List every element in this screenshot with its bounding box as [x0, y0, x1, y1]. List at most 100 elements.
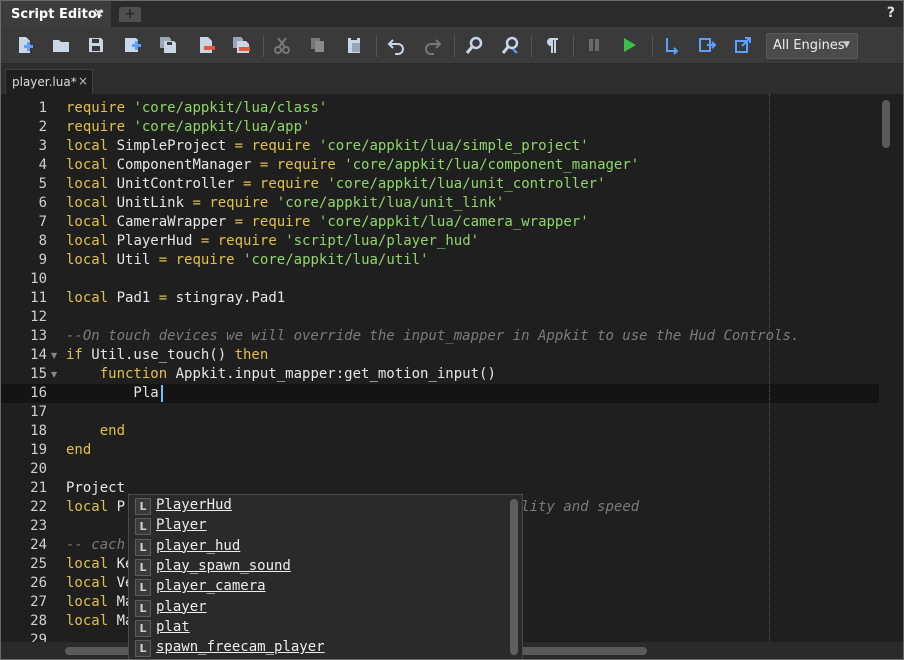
help-icon[interactable]: ? — [887, 5, 895, 21]
text-token: Pad1 — [108, 290, 159, 306]
string-token: 'core/appkit/lua/unit_controller' — [327, 176, 606, 192]
pause-icon[interactable] — [583, 34, 605, 56]
autocomplete-popup[interactable]: L PlayerHud L Player Lplayer_hud Lplay_spawn_… — [128, 494, 523, 659]
keyword-token: require — [175, 252, 235, 268]
open-folder-icon[interactable] — [50, 34, 72, 56]
code-line: local UnitLink = require 'core/appkit/lu… — [66, 194, 504, 213]
fold-toggle-icon[interactable]: ▼ — [51, 370, 57, 379]
close-all-icon[interactable] — [230, 34, 252, 56]
line-number-gutter: 1 2 3 4 5 6 7 8 9 10 11 12 13 14 ▼ 15 ▼ 16 17 18 19 20 21 22 23 2… — [1, 94, 57, 648]
autocomplete-item-label: spawn_freecam_player — [156, 639, 325, 656]
engine-select-value: All Engines — [773, 38, 845, 53]
code-line: --On touch devices we will override the … — [66, 327, 799, 346]
step-out-icon[interactable] — [732, 34, 754, 56]
string-token: 'core/appkit/lua/unit_link' — [276, 195, 505, 211]
save-as-icon[interactable] — [121, 34, 143, 56]
close-window-tab-icon[interactable]: × — [93, 6, 104, 21]
code-line: end — [66, 422, 125, 441]
paste-icon[interactable] — [343, 34, 365, 56]
line-number: 21 — [30, 480, 47, 496]
copy-icon[interactable] — [307, 34, 329, 56]
code-line: end — [66, 441, 91, 460]
keyword-token: = — [234, 138, 244, 154]
line-number: 14 — [30, 347, 47, 363]
autocomplete-item[interactable]: Lplayer — [129, 598, 509, 618]
autocomplete-item-label: Player — [156, 517, 207, 534]
keyword-token: require — [259, 176, 319, 192]
line-number: 9 — [38, 252, 47, 268]
autocomplete-scrollbar[interactable] — [510, 499, 518, 655]
toolbar-separator — [454, 35, 455, 57]
keyword-token: local — [66, 176, 109, 192]
keyword-token: function — [99, 366, 168, 382]
autocomplete-item[interactable]: Lplayer_camera — [129, 577, 509, 597]
line-number: 28 — [30, 613, 47, 629]
text-token: PlayerHud — [108, 233, 201, 249]
keyword-token: = — [158, 290, 168, 306]
autocomplete-item[interactable]: Lplat — [129, 618, 509, 638]
script-editor-window: Script Editor × + ? All Engines ▼ player… — [0, 0, 904, 660]
step-over-icon[interactable] — [696, 34, 718, 56]
autocomplete-item[interactable]: Lspawn_freecam_player — [129, 638, 509, 658]
local-variable-icon: L — [135, 558, 151, 576]
autocomplete-item[interactable]: Lplayer_hud — [129, 537, 509, 557]
step-into-icon[interactable] — [660, 34, 682, 56]
play-icon[interactable] — [618, 34, 640, 56]
text-token: UnitController — [108, 176, 244, 192]
line-number: 5 — [38, 176, 47, 192]
autocomplete-item-label: PlayerHud — [156, 497, 232, 513]
close-file-icon[interactable] — [195, 34, 217, 56]
line-number: 2 — [38, 119, 47, 135]
autocomplete-item[interactable]: Lplay_spawn_sound — [129, 557, 509, 577]
code-line: local UnitController = require 'core/app… — [66, 175, 606, 194]
toolbar-separator — [652, 35, 653, 57]
vertical-scroll-thumb[interactable] — [882, 100, 890, 148]
keyword-token: local — [66, 233, 109, 249]
code-line: function Appkit.input_mapper:get_motion_… — [66, 365, 496, 384]
keyword-token: require — [217, 233, 277, 249]
engine-select[interactable]: All Engines ▼ — [766, 33, 858, 59]
new-file-icon[interactable] — [14, 34, 36, 56]
line-number: 18 — [30, 423, 47, 439]
autocomplete-item[interactable]: L PlayerHud — [129, 496, 509, 516]
new-tab-icon[interactable]: + — [119, 7, 141, 22]
autocomplete-item[interactable]: L Player — [129, 516, 509, 536]
local-variable-icon: L — [135, 640, 151, 658]
cut-icon[interactable] — [271, 34, 293, 56]
keyword-token: local — [66, 252, 109, 268]
save-all-icon[interactable] — [157, 34, 179, 56]
autocomplete-item-label: plat — [156, 618, 190, 635]
pilcrow-icon[interactable] — [541, 34, 563, 56]
line-number: 3 — [38, 138, 47, 154]
string-token: 'core/appkit/lua/camera_wrapper' — [318, 214, 589, 230]
text-token: Project — [66, 480, 126, 496]
code-editor[interactable]: 1 2 3 4 5 6 7 8 9 10 11 12 13 14 ▼ 15 ▼ 16 17 18 19 20 21 22 23 2… — [1, 94, 903, 659]
vertical-scrollbar[interactable] — [879, 96, 891, 641]
close-tab-icon[interactable]: × — [78, 74, 88, 88]
save-icon[interactable] — [85, 34, 107, 56]
keyword-token: = — [192, 195, 201, 211]
find-icon[interactable] — [464, 34, 486, 56]
keyword-token: local — [66, 214, 109, 230]
script-editor-tab[interactable]: Script Editor × — [1, 1, 111, 27]
redo-icon[interactable] — [421, 34, 443, 56]
find-replace-icon[interactable] — [500, 34, 522, 56]
text-token: P — [108, 499, 126, 515]
keyword-token: require — [276, 157, 336, 173]
fold-toggle-icon[interactable]: ▼ — [51, 351, 57, 360]
keyword-token: local — [66, 613, 109, 629]
line-number: 24 — [30, 537, 47, 553]
undo-icon[interactable] — [386, 34, 408, 56]
line-number: 8 — [38, 233, 47, 249]
string-token: 'script/lua/player_hud' — [285, 233, 480, 249]
text-token: Util.use_touch() — [82, 347, 235, 363]
keyword-token: if — [66, 347, 83, 363]
tab-player-lua[interactable]: player.lua* × — [5, 69, 93, 95]
line-number: 11 — [30, 290, 47, 306]
